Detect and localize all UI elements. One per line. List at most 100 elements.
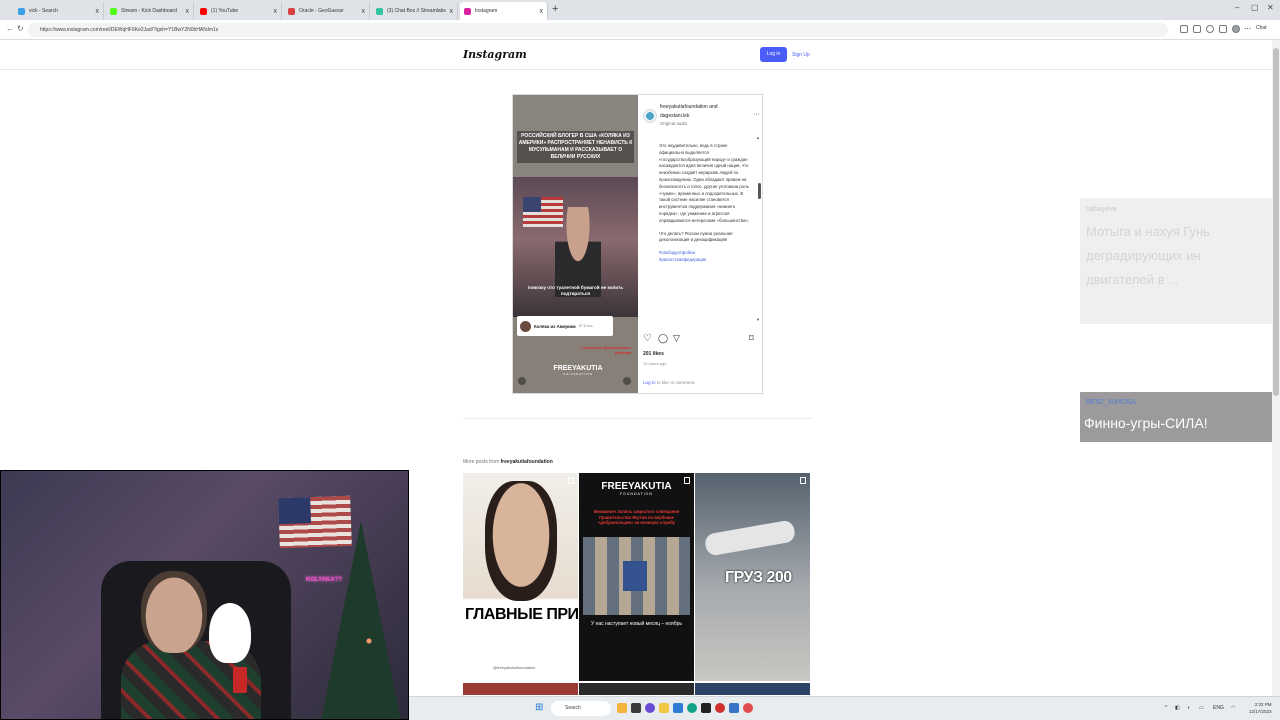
airplane-image bbox=[703, 519, 797, 557]
collaborator-name[interactable]: dagestani.lek bbox=[660, 112, 689, 121]
us-flag-image bbox=[278, 495, 352, 549]
reel-video[interactable]: РОССИЙСКИЙ БЛОГЕР В США «КОЛЯКА ИЗ АМЕРИ… bbox=[513, 95, 638, 393]
chat-button[interactable]: Chat bbox=[1256, 25, 1267, 31]
tab-close-icon[interactable]: x bbox=[447, 8, 454, 15]
streamer-head-image bbox=[141, 571, 207, 653]
reel-badge-icon bbox=[800, 477, 806, 484]
favorites-icon[interactable] bbox=[1206, 25, 1214, 33]
section-divider bbox=[463, 418, 812, 419]
audio-label[interactable]: Original audio bbox=[660, 121, 687, 126]
profile-icon[interactable] bbox=[1232, 25, 1240, 33]
author-name[interactable]: freeyakutiafoundation and bbox=[660, 103, 718, 112]
tab-label: vick - Search bbox=[29, 8, 58, 14]
zoom-icon[interactable] bbox=[1193, 25, 1201, 33]
tab-close-icon[interactable]: x bbox=[271, 8, 278, 15]
caption-scrollbar[interactable] bbox=[758, 183, 761, 199]
tab-streamlabs[interactable]: (3) Chat Box // Streamlabs x bbox=[372, 2, 458, 20]
task-view-icon[interactable] bbox=[631, 703, 641, 713]
app-icon[interactable] bbox=[729, 703, 739, 713]
back-icon[interactable]: ← bbox=[6, 24, 14, 33]
extension-icon[interactable] bbox=[1180, 25, 1188, 33]
caption-scroll-down-icon[interactable]: ▼ bbox=[756, 317, 760, 322]
taskbar-clock[interactable]: 2:32 PM 12/17/2023 bbox=[1249, 701, 1272, 715]
chat-username: ratbayeva bbox=[1086, 206, 1117, 213]
new-tab-button[interactable]: + bbox=[552, 3, 558, 15]
author-avatar[interactable] bbox=[643, 109, 657, 123]
wifi-icon[interactable]: ◠ bbox=[1231, 705, 1235, 711]
tab-instagram[interactable]: Instagram x bbox=[460, 2, 548, 20]
reload-icon[interactable]: ↻ bbox=[17, 24, 24, 33]
bookmark-icon[interactable]: ⌑ bbox=[749, 333, 754, 344]
reel-badge-icon bbox=[568, 477, 574, 484]
neon-sign: KOLYAKA?? bbox=[306, 577, 342, 583]
tab-close-icon[interactable]: x bbox=[183, 8, 190, 15]
comment-icon[interactable]: ◯ bbox=[658, 333, 668, 344]
tab-label: Oracle - GeoGuessr bbox=[299, 8, 344, 14]
close-window-icon[interactable]: ✕ bbox=[1267, 3, 1274, 12]
hashtag-link[interactable]: #расистскаяфедерация bbox=[659, 257, 753, 264]
collections-icon[interactable] bbox=[1219, 25, 1227, 33]
chat-message: Мотыга и нахуя Гунь деградирующих ин дви… bbox=[1086, 224, 1210, 287]
tab-close-icon[interactable]: x bbox=[537, 8, 544, 15]
widgets-icon[interactable] bbox=[617, 703, 627, 713]
app-icon[interactable] bbox=[701, 703, 711, 713]
more-posts-account[interactable]: freeyakutiafoundation bbox=[501, 459, 553, 465]
login-button[interactable]: Log in bbox=[760, 47, 787, 62]
taskbar-search[interactable]: Search bbox=[551, 701, 611, 716]
christmas-tree-image bbox=[321, 521, 401, 719]
chat-alert-faded: ratbayeva Мотыга и нахуя Гунь деградирую… bbox=[1080, 198, 1274, 324]
tab-youtube[interactable]: (1) YouTube x bbox=[196, 2, 282, 20]
brand-name: FREEYAKUTIA bbox=[553, 365, 603, 372]
tray-chevron-icon[interactable]: ^ bbox=[1165, 705, 1167, 711]
page-scrollbar-thumb[interactable] bbox=[1273, 48, 1279, 396]
tab-close-icon[interactable]: x bbox=[93, 8, 100, 15]
language-indicator[interactable]: ENG bbox=[1213, 705, 1224, 711]
screen: vick - Search x Stream - Kick Dashboard … bbox=[0, 0, 1280, 720]
caption-scroll-up-icon[interactable]: ▲ bbox=[756, 135, 760, 140]
app-icon[interactable] bbox=[715, 703, 725, 713]
instagram-logo[interactable]: Instagram bbox=[463, 48, 527, 61]
webcam-overlay: KOLYAKA?? bbox=[0, 470, 409, 720]
tab-search[interactable]: vick - Search x bbox=[14, 2, 104, 20]
hashtag-link[interactable]: #свободуотфобии bbox=[659, 250, 753, 257]
mute-icon[interactable] bbox=[623, 377, 631, 385]
app-icon[interactable] bbox=[673, 703, 683, 713]
tab-close-icon[interactable]: x bbox=[359, 8, 366, 15]
maximize-icon[interactable]: ▢ bbox=[1251, 3, 1259, 12]
tab-label: (3) Chat Box // Streamlabs bbox=[387, 8, 446, 14]
menu-dots-icon[interactable]: ⋯ bbox=[1244, 25, 1252, 33]
share-icon[interactable]: ▽ bbox=[673, 333, 680, 344]
thumbnail-handle: @freeyakutiafoundation bbox=[493, 665, 536, 670]
battery-icon[interactable]: ▭ bbox=[1199, 705, 1204, 711]
user-tag-icon[interactable] bbox=[518, 377, 526, 385]
speaker-icon[interactable]: ◖ bbox=[1187, 705, 1190, 711]
tab-kick-dashboard[interactable]: Stream - Kick Dashboard x bbox=[106, 2, 194, 20]
minimize-icon[interactable]: – bbox=[1235, 3, 1239, 12]
tab-geoguessr[interactable]: Oracle - GeoGuessr x bbox=[284, 2, 370, 20]
post-thumbnail[interactable]: ГЛАВНЫЕ ПРИНЦИП СВОБОДНОЙ ЯКУТ @freeyaku… bbox=[463, 473, 578, 681]
app-icon[interactable] bbox=[743, 703, 753, 713]
clock-date: 12/17/2023 bbox=[1249, 709, 1272, 714]
post-thumbnail[interactable] bbox=[695, 683, 810, 695]
post-thumbnail[interactable]: FREEYAKUTIA FOUNDATION Внимание! Запись з… bbox=[579, 473, 694, 681]
edge-icon[interactable] bbox=[687, 703, 697, 713]
likes-count[interactable]: 201 likes bbox=[643, 351, 664, 357]
windows-start-icon[interactable]: ⊞ bbox=[535, 702, 543, 713]
like-heart-icon[interactable]: ♡ bbox=[643, 333, 652, 344]
tab-favicon bbox=[200, 7, 207, 15]
post-thumbnail[interactable]: ГРУЗ 200 bbox=[695, 473, 810, 681]
file-explorer-icon[interactable] bbox=[659, 703, 669, 713]
post-thumbnail[interactable] bbox=[579, 683, 694, 695]
thumbnail-title: ГЛАВНЫЕ ПРИНЦИП СВОБОДНОЙ ЯКУТ bbox=[465, 606, 578, 623]
post-thumbnail[interactable] bbox=[463, 683, 578, 695]
brand-sub: FOUNDATION bbox=[563, 372, 593, 376]
signup-link[interactable]: Sign Up bbox=[792, 52, 810, 58]
login-link[interactable]: Log in bbox=[643, 380, 656, 385]
network-icon[interactable]: ◧ bbox=[1175, 705, 1180, 711]
app-icon[interactable] bbox=[645, 703, 655, 713]
more-options-icon[interactable]: ··· bbox=[753, 111, 760, 118]
meeting-image bbox=[583, 537, 690, 615]
more-posts-prefix: More posts from bbox=[463, 459, 501, 465]
brand-sub: FOUNDATION bbox=[620, 492, 653, 496]
url-field[interactable]: https://www.instagram.com/reel/DEWqHF6Ke… bbox=[28, 23, 1168, 37]
